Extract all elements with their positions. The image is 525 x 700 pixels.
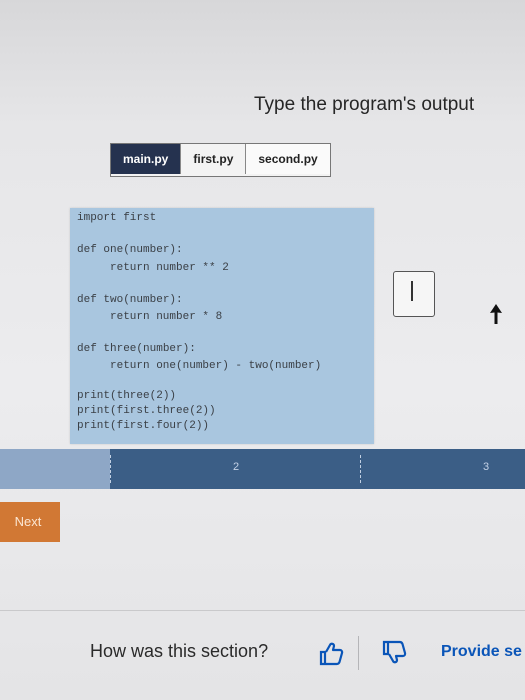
feedback-question: How was this section? bbox=[90, 641, 269, 661]
code-line: return number * 8 bbox=[110, 311, 223, 323]
code-line: print(first.three(2)) bbox=[77, 405, 216, 417]
tab-second-py[interactable]: second.py bbox=[246, 144, 330, 174]
code-panel: import first def one(number): return num… bbox=[70, 208, 374, 444]
tab-main-py[interactable]: main.py bbox=[111, 144, 182, 174]
file-tabs: main.py first.py second.py bbox=[110, 143, 331, 177]
code-line: return one(number) - two(number) bbox=[110, 360, 322, 372]
output-answer-field[interactable] bbox=[393, 271, 435, 317]
level-progress-bar: 2 3 bbox=[0, 449, 525, 489]
code-line: def three(number): bbox=[77, 343, 196, 355]
progress-fill bbox=[0, 449, 111, 489]
tab-first-py[interactable]: first.py bbox=[181, 144, 247, 174]
text-cursor bbox=[411, 281, 413, 301]
thumbs-down-icon[interactable] bbox=[381, 640, 407, 666]
progress-divider bbox=[110, 455, 112, 483]
mouse-pointer-icon bbox=[490, 304, 502, 324]
thumbs-up-icon[interactable] bbox=[318, 640, 344, 666]
progress-level-2[interactable]: 2 bbox=[233, 461, 239, 473]
code-line: print(first.four(2)) bbox=[77, 420, 210, 432]
code-line: def two(number): bbox=[77, 294, 183, 306]
activity-instruction: Type the program's output bbox=[254, 94, 475, 115]
next-button[interactable]: Next bbox=[0, 502, 60, 542]
divider bbox=[0, 610, 525, 611]
progress-level-3[interactable]: 3 bbox=[483, 461, 489, 473]
code-line: import first bbox=[77, 212, 157, 224]
code-line: print(three(2)) bbox=[77, 390, 177, 402]
progress-divider bbox=[360, 455, 362, 483]
activity-page: Type the program's output main.py first.… bbox=[0, 0, 525, 700]
code-line: def one(number): bbox=[77, 244, 183, 256]
provide-feedback-link[interactable]: Provide se bbox=[441, 643, 522, 661]
feedback-separator bbox=[358, 636, 359, 670]
code-line: return number ** 2 bbox=[110, 262, 229, 274]
